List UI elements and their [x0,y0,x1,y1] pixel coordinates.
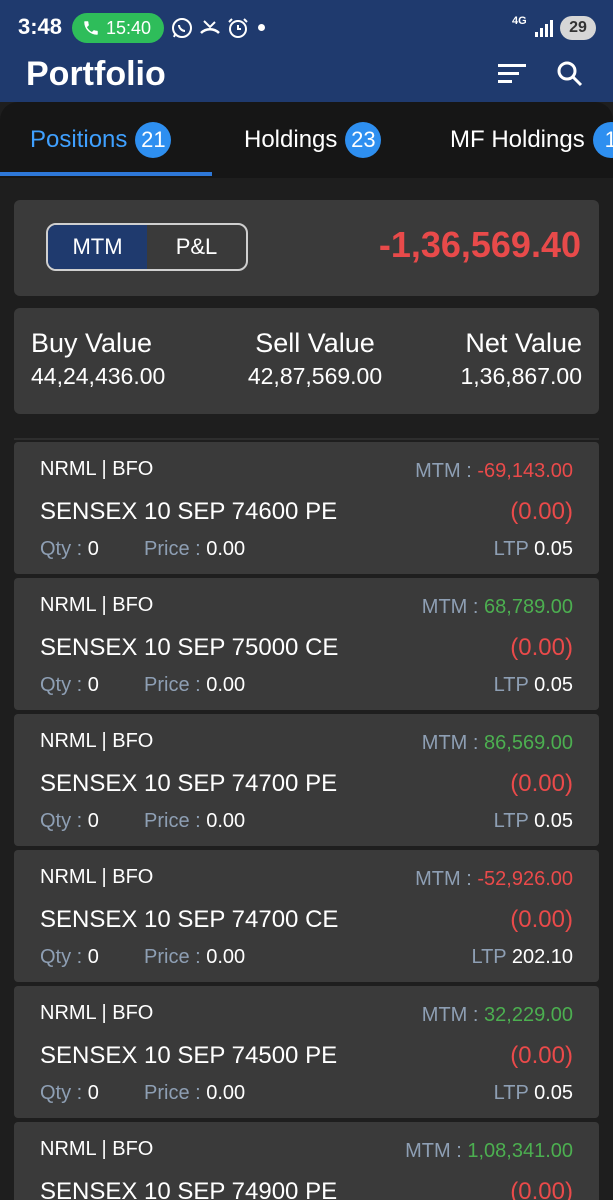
position-qty: Qty : 0 [40,674,99,696]
position-price: Price : 0.00 [144,810,246,832]
active-tab-indicator [0,172,212,176]
position-change: (0.00) [510,498,573,525]
position-row[interactable]: NRML | BFO MTM : 68,789.00 SENSEX 10 SEP… [14,578,599,710]
tab-count-badge: 23 [345,122,382,158]
position-symbol: SENSEX 10 SEP 74700 PE [40,770,338,797]
total-mtm-value: -1,36,569.40 [378,224,581,265]
call-timer: 15:40 [106,17,152,38]
net-value-block: Net Value 1,36,867.00 [460,328,582,390]
buy-value-block: Buy Value 44,24,436.00 [31,328,165,390]
position-change: (0.00) [510,770,573,797]
mtm-summary-card: MTM P&L -1,36,569.40 [14,200,599,296]
tab-positions[interactable]: Positions 21 [30,102,172,178]
tab-label: Positions [30,126,128,153]
missed-call-icon [200,20,220,34]
position-price: Price : 0.00 [144,674,246,696]
position-symbol: SENSEX 10 SEP 74900 PE [40,1178,338,1200]
position-ltp: LTP 0.05 [493,538,573,560]
ongoing-call-chip[interactable]: 15:40 [72,13,164,43]
mtm-pnl-toggle: MTM P&L [46,223,248,271]
position-symbol: SENSEX 10 SEP 74500 PE [40,1042,338,1069]
position-mtm: MTM : -52,926.00 [415,868,573,890]
position-change: (0.00) [510,1178,573,1200]
value-summary-card: Buy Value 44,24,436.00 Sell Value 42,87,… [14,308,599,414]
sell-value-label: Sell Value [255,328,375,358]
filter-icon [498,64,526,83]
portfolio-tabs: Positions 21 Holdings 23 MF Holdings 1 [0,102,613,178]
position-mtm: MTM : 32,229.00 [421,1004,573,1026]
position-mtm: MTM : 68,789.00 [421,596,573,618]
position-row[interactable]: NRML | BFO MTM : 1,08,341.00 SENSEX 10 S… [14,1122,599,1200]
position-qty: Qty : 0 [40,946,99,968]
position-ltp: LTP 0.05 [493,810,573,832]
position-mtm: MTM : 86,569.00 [421,732,573,754]
tab-count-badge: 1 [592,122,613,158]
status-time: 3:48 [18,14,63,39]
phone-icon [84,21,98,35]
position-product-type: NRML | BFO [40,730,154,752]
page-title: Portfolio [26,55,166,93]
toggle-mtm[interactable]: MTM [48,225,147,269]
position-price: Price : 0.00 [144,1082,246,1104]
list-divider [14,438,599,440]
position-ltp: LTP 0.05 [493,674,573,696]
tab-label: MF Holdings [450,126,585,153]
position-mtm: MTM : -69,143.00 [415,460,573,482]
tab-mf-holdings[interactable]: MF Holdings 1 [450,102,613,178]
position-row[interactable]: NRML | BFO MTM : 86,569.00 SENSEX 10 SEP… [14,714,599,846]
notification-dot [258,24,265,31]
position-price: Price : 0.00 [144,946,246,968]
position-symbol: SENSEX 10 SEP 74700 CE [40,906,339,933]
position-qty: Qty : 0 [40,1082,99,1104]
position-ltp: LTP 0.05 [493,1082,573,1104]
position-price: Price : 0.00 [144,538,246,560]
network-type: 4G [512,15,527,27]
filter-button[interactable] [496,58,528,90]
position-symbol: SENSEX 10 SEP 74600 PE [40,498,338,525]
app-bar: Portfolio [0,54,613,102]
position-change: (0.00) [510,634,573,661]
position-product-type: NRML | BFO [40,1138,154,1160]
tab-holdings[interactable]: Holdings 23 [244,102,382,178]
position-change: (0.00) [510,906,573,933]
toggle-pnl[interactable]: P&L [147,225,246,269]
tab-label: Holdings [244,126,338,153]
status-bar: 3:48 15:40 4G 29 [0,0,613,54]
position-row[interactable]: NRML | BFO MTM : -69,143.00 SENSEX 10 SE… [14,442,599,574]
position-product-type: NRML | BFO [40,1002,154,1024]
position-product-type: NRML | BFO [40,866,154,888]
position-row[interactable]: NRML | BFO MTM : 32,229.00 SENSEX 10 SEP… [14,986,599,1118]
net-value: 1,36,867.00 [460,363,582,389]
position-product-type: NRML | BFO [40,594,154,616]
sell-value: 42,87,569.00 [247,363,383,389]
position-symbol: SENSEX 10 SEP 75000 CE [40,634,339,661]
buy-value-label: Buy Value [31,328,153,358]
position-mtm: MTM : 1,08,341.00 [405,1140,573,1162]
position-row[interactable]: NRML | BFO MTM : -52,926.00 SENSEX 10 SE… [14,850,599,982]
search-button[interactable] [554,58,586,90]
tab-count-badge: 21 [135,122,172,158]
search-icon [557,61,583,87]
position-change: (0.00) [510,1042,573,1069]
whatsapp-icon [172,18,192,38]
alarm-icon [228,18,248,38]
position-qty: Qty : 0 [40,810,99,832]
position-product-type: NRML | BFO [40,458,154,480]
net-value-label: Net Value [465,328,582,358]
positions-content: MTM P&L -1,36,569.40 Buy Value 44,24,436… [0,178,613,1200]
position-ltp: LTP 202.10 [471,946,573,968]
position-qty: Qty : 0 [40,538,99,560]
signal-icon [535,20,553,37]
sell-value-block: Sell Value 42,87,569.00 [230,328,400,390]
battery-indicator: 29 [560,16,596,40]
buy-value: 44,24,436.00 [31,363,166,389]
